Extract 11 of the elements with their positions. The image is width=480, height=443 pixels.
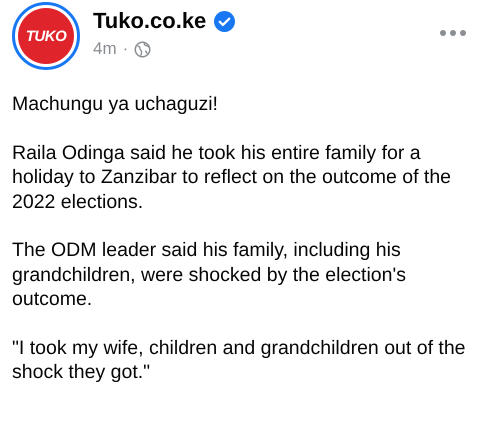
globe-icon bbox=[134, 40, 152, 58]
more-options-icon[interactable] bbox=[440, 29, 466, 37]
author-name[interactable]: Tuko.co.ke bbox=[93, 8, 206, 34]
post-paragraph: Machungu ya uchaguzi! bbox=[12, 92, 219, 116]
avatar[interactable]: TUKO bbox=[12, 2, 80, 70]
post-paragraph: The ODM leader said his family, including his grandchildren, were shocked by the election's outcome. bbox=[12, 238, 407, 312]
post-paragraph: Raila Odinga said he took his entire family for a holiday to Zanzibar to reflect on the outcome of the 2022 elections. bbox=[12, 140, 452, 214]
post-time[interactable]: 4m bbox=[93, 39, 117, 59]
separator: · bbox=[122, 39, 128, 59]
avatar-logo: TUKO bbox=[18, 8, 74, 64]
post-paragraph: "I took my wife, children and grandchildren out of the shock they got." bbox=[12, 336, 467, 384]
